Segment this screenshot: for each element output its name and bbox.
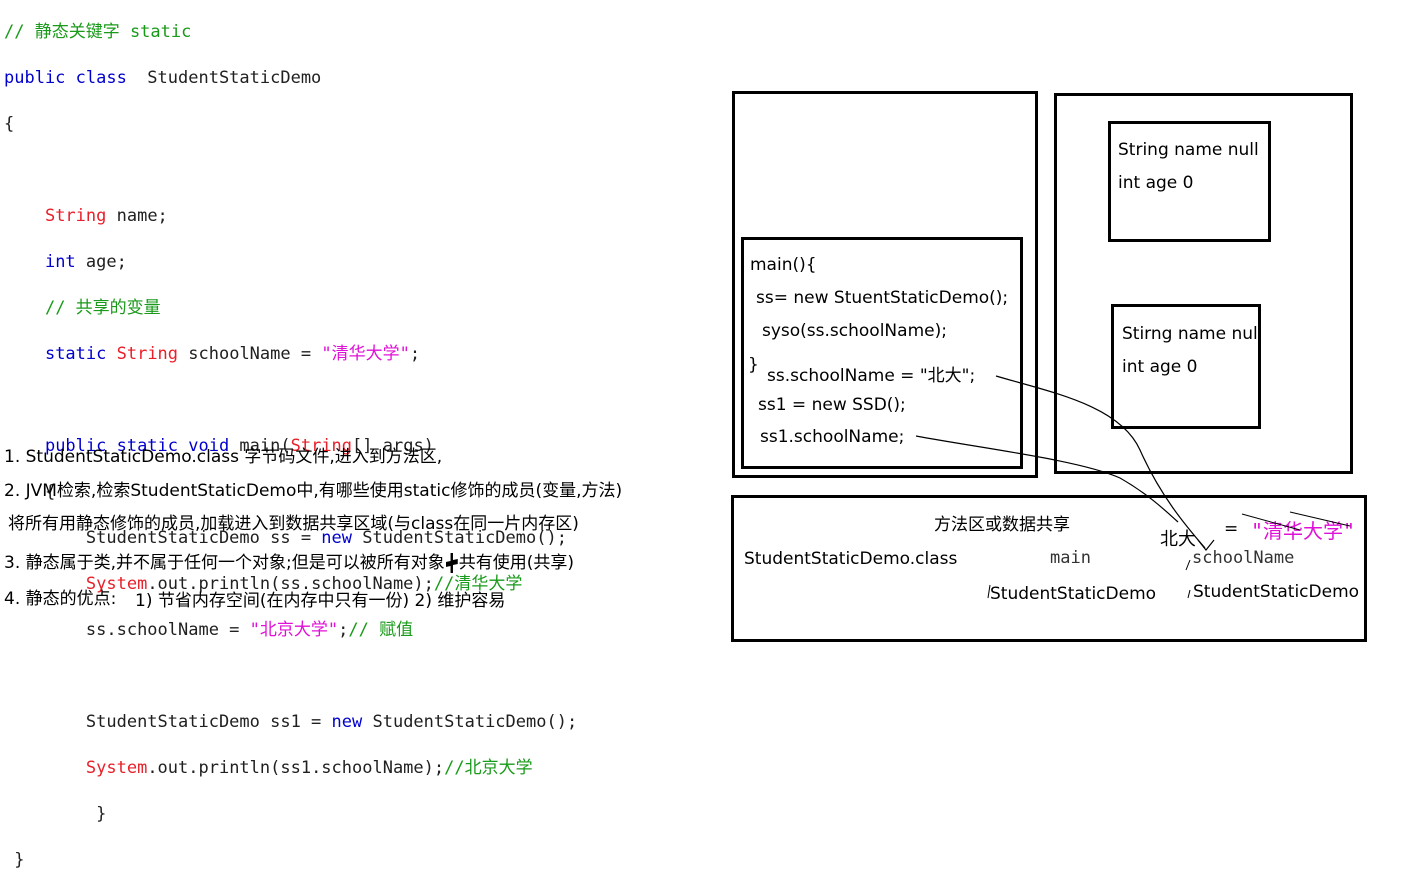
stack-line-main: main(){: [750, 255, 817, 275]
code-line: // 静态关键字 static: [4, 21, 577, 44]
code-line: String name;: [4, 205, 577, 228]
note-3-text: 3. 静态属于类,并不属于任何一个对象;但是可以被所有对象: [4, 553, 445, 573]
note-1: 1. StudentStaticDemo.class 字节码文件,进入到方法区,: [4, 447, 443, 467]
code-text: {: [4, 114, 15, 134]
code-type: String: [44, 206, 107, 226]
obj2-name-field: Stirng name null: [1122, 324, 1263, 344]
note-3-text-b: 共有使用(共享): [458, 553, 575, 573]
code-line: // 共享的变量: [4, 297, 577, 320]
obj2-age-field: int age 0: [1122, 357, 1198, 377]
school-name-label: schoolName: [1192, 548, 1295, 568]
code-keyword: new: [331, 712, 363, 732]
note-3: 3. 静态属于类,并不属于任何一个对象;但是可以被所有对象 共有使用(共享): [4, 548, 574, 573]
code-line: static String schoolName = "清华大学";: [4, 343, 577, 366]
code-line: int age;: [4, 251, 577, 274]
scribble-mark: [445, 553, 458, 573]
code-line: StudentStaticDemo ss1 = new StudentStati…: [4, 711, 577, 734]
code-line: }: [4, 849, 577, 872]
stack-line-syso: syso(ss.schoolName);: [762, 321, 947, 341]
code-text: ;: [409, 344, 421, 364]
new-value-label: 北大: [1160, 529, 1196, 550]
code-text: ;: [338, 620, 349, 640]
code-comment: // 赋值: [348, 620, 414, 640]
code-text: schoolName =: [178, 344, 322, 364]
note-4b: 1) 节省内存空间(在内存中只有一份) 2) 维护容易: [135, 591, 506, 611]
code-text: .out.println(ss1.schoolName);: [147, 758, 445, 778]
note-4: 4. 静态的优点:: [4, 589, 117, 609]
code-line: System.out.println(ss1.schoolName);//北京大…: [4, 757, 577, 780]
code-text: age;: [75, 252, 127, 272]
stack-line-assign: ss.schoolName = "北大";: [767, 366, 976, 386]
code-text: name;: [106, 206, 168, 226]
code-comment: // 共享的变量: [44, 298, 161, 318]
note-2: 2. JVM检索,检索StudentStaticDemo中,有哪些使用stati…: [4, 481, 623, 501]
school-owner-label: StudentStaticDemo: [1193, 582, 1360, 602]
code-type: System: [85, 758, 148, 778]
code-text: ss.schoolName =: [85, 620, 250, 640]
code-line: {: [4, 113, 577, 136]
code-keyword: static: [44, 344, 107, 364]
stack-line-new-ss1: ss1 = new SSD();: [758, 395, 906, 415]
obj1-age-field: int age 0: [1118, 173, 1194, 193]
code-text: StudentStaticDemo();: [362, 712, 578, 732]
code-comment: //北京大学: [444, 758, 533, 778]
code-keyword: int: [44, 252, 76, 272]
obj1-name-field: String name null: [1118, 140, 1259, 160]
main-method-label: main: [1050, 548, 1091, 568]
method-area-title: 方法区或数据共享: [934, 515, 1070, 535]
code-comment: // 静态关键字 static: [4, 22, 192, 42]
code-text: StudentStaticDemo: [126, 68, 322, 88]
code-line: public class StudentStaticDemo: [4, 67, 577, 90]
code-line: }: [4, 803, 577, 826]
code-line: ss.schoolName = "北京大学";// 赋值: [4, 619, 577, 642]
equals-sign: =: [1224, 519, 1239, 539]
code-string: "北京大学": [249, 620, 339, 640]
code-text: StudentStaticDemo ss1 =: [85, 712, 332, 732]
main-owner-label: StudentStaticDemo: [990, 584, 1157, 604]
old-value-label: "清华大学": [1251, 519, 1356, 543]
stack-line-close-brace: }: [748, 355, 759, 375]
code-text: }: [14, 850, 25, 870]
note-2b: 将所有用静态修饰的成员,加载进入到数据共享区域(与class在同一片内存区): [8, 514, 579, 534]
code-text: }: [96, 804, 107, 824]
code-keyword: public class: [4, 68, 127, 88]
class-file-label: StudentStaticDemo.class: [744, 549, 958, 569]
code-type: String: [106, 344, 179, 364]
stack-line-new-ss: ss= new StuentStaticDemo();: [756, 288, 1009, 308]
code-string: "清华大学": [321, 344, 410, 364]
stack-line-ss1-school: ss1.schoolName;: [760, 427, 905, 447]
